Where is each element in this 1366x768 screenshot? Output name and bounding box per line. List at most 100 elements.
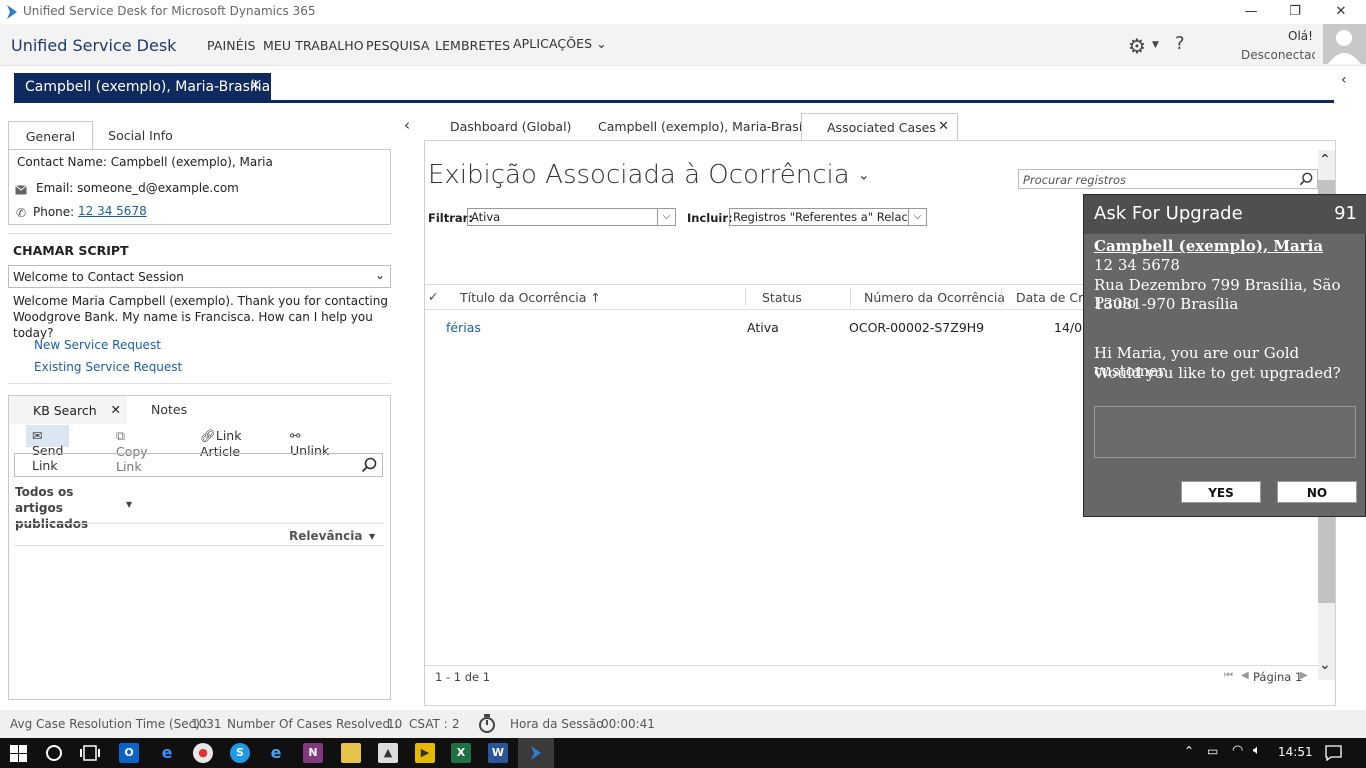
- chevron-down-icon: ⌄: [596, 36, 607, 51]
- popup-customer-name[interactable]: Campbell (exemplo), Maria: [1094, 237, 1323, 255]
- copy-icon: ⧉: [116, 428, 125, 443]
- nav-lembretes[interactable]: LEMBRETES: [435, 38, 510, 53]
- tab-dashboard-global[interactable]: Dashboard (Global): [450, 113, 571, 141]
- media-player-icon[interactable]: ▶: [415, 743, 435, 763]
- gear-dropdown-icon[interactable]: ▼: [1152, 40, 1159, 50]
- search-icon[interactable]: [361, 457, 377, 473]
- collapse-right-panel-icon[interactable]: ‹: [1341, 72, 1347, 88]
- status-bar: Avg Case Resolution Time (Sec) : 1031 Nu…: [0, 710, 1366, 738]
- view-title[interactable]: Exibição Associada à Ocorrência ⌄: [428, 160, 870, 190]
- nav-aplicacoes[interactable]: APLICAÇÕES ⌄: [513, 36, 607, 51]
- chevron-down-icon: ⌵: [908, 209, 926, 225]
- first-page-icon[interactable]: ⏮: [1224, 670, 1233, 681]
- session-divider: [14, 100, 1334, 103]
- volume-icon[interactable]: 🔈︎: [1253, 743, 1261, 758]
- edge-icon[interactable]: e: [157, 743, 177, 763]
- select-all-checkbox[interactable]: ✓: [428, 289, 438, 304]
- divider: [8, 233, 391, 234]
- kb-search-input[interactable]: [14, 453, 383, 477]
- photos-icon[interactable]: ▲: [378, 743, 398, 763]
- windows-start-icon[interactable]: [10, 745, 27, 762]
- script-select[interactable]: Welcome to Contact Session ⌄: [8, 265, 391, 288]
- taskbar-clock[interactable]: 14:51: [1278, 745, 1313, 759]
- search-icon[interactable]: [1299, 172, 1313, 186]
- nav-meu-trabalho[interactable]: MEU TRABALHO: [263, 38, 364, 53]
- new-service-request-link[interactable]: New Service Request: [34, 338, 161, 352]
- unlink-button[interactable]: ⚯ Unlink: [284, 425, 335, 458]
- kb-filter-label[interactable]: Todos os artigos publicados: [15, 484, 115, 532]
- user-silhouette-icon: [1328, 30, 1361, 64]
- kb-sort-dropdown-icon[interactable]: ▼: [369, 532, 375, 541]
- link-article-button[interactable]: 🔗︎Link Article: [194, 425, 247, 459]
- help-icon[interactable]: ?: [1175, 33, 1185, 54]
- tab-notes[interactable]: Notes: [151, 402, 187, 417]
- user-avatar[interactable]: [1323, 24, 1366, 64]
- close-session-icon[interactable]: ✕: [249, 78, 261, 94]
- window-titlebar: Unified Service Desk for Microsoft Dynam…: [0, 0, 1366, 24]
- close-tab-icon[interactable]: ✕: [938, 119, 949, 134]
- scroll-up-icon[interactable]: ⌃: [1319, 152, 1331, 168]
- excel-icon[interactable]: X: [451, 743, 471, 763]
- popup-comment-field[interactable]: [1094, 406, 1356, 458]
- tab-social-info[interactable]: Social Info: [93, 121, 188, 150]
- main-navbar: Unified Service Desk PAINÉIS MEU TRABALH…: [0, 24, 1366, 66]
- column-separator[interactable]: [850, 288, 851, 306]
- chevron-down-icon: ⌄: [374, 268, 385, 282]
- tab-contact-session[interactable]: Campbell (exemplo), Maria-Brasília: [598, 113, 817, 141]
- search-cortana-icon[interactable]: [45, 744, 63, 762]
- chrome-icon[interactable]: ●: [193, 743, 213, 763]
- column-numero[interactable]: Número da Ocorrência: [864, 290, 1005, 305]
- file-explorer-icon[interactable]: [341, 743, 361, 763]
- collapse-left-panel-icon[interactable]: ‹: [404, 116, 410, 134]
- kb-sort-label[interactable]: Relevância: [289, 529, 362, 543]
- word-icon[interactable]: W: [488, 743, 508, 763]
- search-records-input[interactable]: Procurar registros: [1018, 169, 1318, 189]
- task-view-icon[interactable]: [80, 744, 100, 762]
- contact-phone-link[interactable]: 12 34 5678: [78, 204, 147, 218]
- script-heading: CHAMAR SCRIPT: [13, 243, 129, 258]
- kb-filter-dropdown-icon[interactable]: ▼: [126, 500, 132, 509]
- copy-link-button[interactable]: ⧉ Copy Link: [110, 425, 154, 474]
- column-separator[interactable]: [1001, 288, 1002, 306]
- tab-general[interactable]: General: [8, 121, 93, 150]
- session-tab[interactable]: Campbell (exemplo), Maria-Brasília ✕: [14, 73, 271, 101]
- minimize-button[interactable]: —: [1228, 2, 1274, 22]
- close-kb-icon[interactable]: ✕: [111, 402, 121, 417]
- show-hidden-icons-icon[interactable]: ⌃: [1184, 744, 1194, 758]
- wifi-icon[interactable]: ◠: [1232, 743, 1243, 758]
- search-records-placeholder: Procurar registros: [1023, 173, 1127, 187]
- outlook-icon[interactable]: O: [119, 743, 139, 763]
- ask-for-upgrade-popup: Ask For Upgrade 91 Campbell (exemplo), M…: [1083, 194, 1366, 517]
- column-titulo[interactable]: Título da Ocorrência ↑: [460, 290, 601, 305]
- scroll-down-icon[interactable]: ⌄: [1319, 657, 1331, 673]
- send-link-button[interactable]: ✉ Send Link: [26, 425, 70, 473]
- skype-icon[interactable]: S: [230, 743, 250, 763]
- tab-kb-search[interactable]: KB Search ✕: [9, 396, 127, 424]
- column-separator[interactable]: [745, 288, 746, 306]
- include-select[interactable]: Registros "Referentes a" Relacionad ⌵: [729, 208, 927, 226]
- tab-associated-cases[interactable]: Associated Cases ✕: [801, 113, 958, 141]
- case-title-link[interactable]: férias: [446, 320, 481, 335]
- nav-pesquisa[interactable]: PESQUISA: [366, 38, 430, 53]
- onenote-icon[interactable]: N: [303, 743, 323, 763]
- existing-service-request-link[interactable]: Existing Service Request: [34, 360, 182, 374]
- nav-aplicacoes-label: APLICAÇÕES: [513, 36, 593, 51]
- table-row[interactable]: férias Ativa OCOR-00002-S7Z9H9 14/08: [425, 315, 1090, 341]
- action-center-icon[interactable]: [1325, 745, 1342, 761]
- yes-button[interactable]: YES: [1181, 481, 1261, 503]
- column-status[interactable]: Status: [762, 290, 802, 305]
- close-window-button[interactable]: ✕: [1318, 2, 1364, 22]
- popup-timer: 91: [1334, 203, 1357, 224]
- battery-icon[interactable]: ▭: [1207, 744, 1218, 758]
- next-page-icon[interactable]: ▶: [1300, 670, 1308, 681]
- no-button[interactable]: NO: [1277, 481, 1357, 503]
- usd-taskbar-button[interactable]: [518, 738, 554, 768]
- restore-button[interactable]: ❐: [1272, 2, 1318, 22]
- divider: [14, 523, 384, 524]
- nav-paineis[interactable]: PAINÉIS: [207, 38, 256, 53]
- gear-icon[interactable]: ⚙: [1128, 34, 1146, 58]
- internet-explorer-icon[interactable]: e: [266, 743, 286, 763]
- previous-page-icon[interactable]: ◀: [1241, 670, 1249, 681]
- filter-select[interactable]: Ativa ⌵: [467, 208, 676, 226]
- column-data-criacao[interactable]: Data de Criação: [1016, 290, 1090, 305]
